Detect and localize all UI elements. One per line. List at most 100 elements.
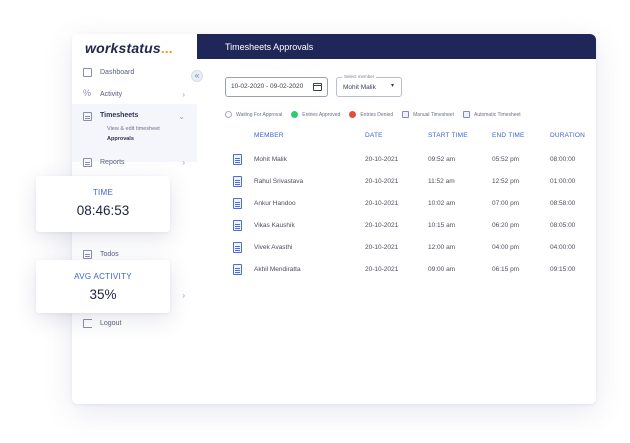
cell-date: 20-10-2021	[365, 222, 399, 229]
sidebar-subitem-approvals[interactable]: Approvals	[107, 136, 134, 142]
cell-duration: 08:05:00	[550, 222, 576, 229]
grid-icon	[83, 67, 92, 77]
column-header-end-time[interactable]: END TIME	[492, 132, 525, 139]
sidebar-item-reports[interactable]: Reports ›	[72, 150, 197, 174]
calendar-icon[interactable]	[313, 83, 322, 91]
collapse-sidebar-button[interactable]: «	[191, 70, 203, 82]
activity-icon	[83, 88, 92, 99]
file-icon[interactable]	[233, 154, 242, 165]
table-row[interactable]: Vikas Kaushik 20-10-2021 10:15 am 06:20 …	[225, 215, 596, 237]
cell-date: 20-10-2021	[365, 266, 399, 273]
cell-date: 20-10-2021	[365, 178, 399, 185]
todo-icon	[83, 249, 92, 259]
x-circle-icon	[349, 111, 357, 118]
column-header-start-time[interactable]: START TIME	[428, 132, 468, 139]
sidebar-item-label: Logout	[100, 319, 122, 327]
timesheet-icon	[83, 112, 92, 121]
logo-text: workstatus	[85, 40, 161, 56]
activity-card-label: AVG ACTIVITY	[74, 272, 132, 281]
file-icon[interactable]	[233, 176, 242, 187]
cell-end-time: 04:00 pm	[492, 244, 520, 251]
column-header-duration[interactable]: DURATION	[550, 132, 585, 139]
cell-duration: 09:15:00	[550, 266, 576, 273]
chevron-right-icon: ›	[182, 89, 185, 99]
page-title: Timesheets Approvals	[225, 42, 314, 52]
cell-member: Akhil Mendiratta	[254, 266, 301, 273]
cell-start-time: 11:52 am	[428, 178, 455, 185]
cell-duration: 04:00:00	[550, 244, 576, 251]
file-icon[interactable]	[233, 198, 242, 209]
sidebar-item-label: Todos	[100, 250, 119, 258]
column-header-member[interactable]: MEMBER	[254, 132, 284, 139]
cell-end-time: 06:15 pm	[492, 266, 520, 273]
table-row[interactable]: Mohit Malik 20-10-2021 09:52 am 05:52 pm…	[225, 149, 596, 171]
manual-timesheet-icon	[402, 111, 410, 118]
chevron-right-icon: ›	[182, 157, 185, 167]
clock-icon	[225, 111, 232, 118]
cell-member: Rahul Srivastava	[254, 178, 304, 185]
check-circle-icon	[291, 111, 299, 118]
cell-end-time: 05:52 pm	[492, 156, 520, 163]
cell-date: 20-10-2021	[365, 156, 399, 163]
automatic-timesheet-icon	[462, 111, 470, 118]
status-legend: Waiting For Approval Entries Approved En…	[225, 111, 530, 118]
cell-date: 20-10-2021	[365, 200, 399, 207]
cell-start-time: 12:00 am	[428, 244, 456, 251]
legend-label: Entries Approved	[302, 111, 341, 118]
table-row[interactable]: Vivek Avasthi 20-10-2021 12:00 am 04:00 …	[225, 237, 596, 259]
cell-end-time: 06:20 pm	[492, 222, 520, 229]
top-bar: Timesheets Approvals	[197, 34, 596, 59]
legend-item-denied: Entries Denied	[349, 111, 393, 118]
caret-down-icon: ▾	[390, 83, 394, 89]
activity-card: AVG ACTIVITY 35%	[36, 260, 170, 313]
chevron-right-icon: ›	[182, 290, 185, 300]
cell-duration: 08:00:00	[550, 156, 576, 163]
cell-member: Mohit Malik	[254, 156, 287, 163]
table-row[interactable]: Ankur Handoo 20-10-2021 10:02 am 07:00 p…	[225, 193, 596, 215]
member-select[interactable]: Select member Mohit Malik ▾	[336, 74, 402, 97]
time-card: TIME 08:46:53	[36, 176, 170, 232]
activity-card-value: 35%	[89, 287, 117, 302]
sidebar-item-logout[interactable]: Logout	[72, 311, 197, 335]
legend-label: Entries Denied	[360, 111, 394, 118]
sidebar-item-label: Reports	[100, 158, 125, 166]
legend-item-automatic: Automatic Timesheet	[462, 111, 521, 118]
date-range-picker[interactable]: 10-02-2020 - 09-02-2020	[225, 77, 328, 97]
date-range-value: 10-02-2020 - 09-02-2020	[231, 83, 304, 90]
legend-item-manual: Manual Timesheet	[402, 111, 454, 118]
legend-label: Automatic Timesheet	[473, 111, 521, 118]
time-card-value: 08:46:53	[76, 203, 130, 218]
column-header-date[interactable]: DATE	[365, 132, 383, 139]
cell-duration: 08:58:00	[550, 200, 576, 207]
sidebar-item-dashboard[interactable]: Dashboard	[72, 60, 197, 84]
main-content: Timesheets Approvals 10-02-2020 - 09-02-…	[197, 34, 596, 404]
sidebar-item-activity[interactable]: Activity ›	[72, 82, 197, 106]
cell-start-time: 09:00 am	[428, 266, 456, 273]
file-icon[interactable]	[233, 264, 242, 275]
cell-date: 20-10-2021	[365, 244, 399, 251]
cell-member: Vikas Kaushik	[254, 222, 295, 229]
logo[interactable]: workstatus...	[85, 40, 173, 56]
table-row[interactable]: Rahul Srivastava 20-10-2021 11:52 am 12:…	[225, 171, 596, 193]
table-header: MEMBER DATE START TIME END TIME DURATION	[225, 129, 596, 145]
member-select-value: Mohit Malik	[343, 84, 376, 91]
cell-duration: 01:00:00	[550, 178, 576, 185]
table-row[interactable]: Akhil Mendiratta 20-10-2021 09:00 am 06:…	[225, 259, 596, 281]
sidebar-item-label: Dashboard	[100, 68, 135, 76]
legend-label: Manual Timesheet	[413, 111, 454, 118]
legend-label: Waiting For Approval	[236, 111, 283, 118]
report-icon	[83, 157, 92, 167]
time-card-label: TIME	[92, 188, 114, 197]
cell-member: Ankur Handoo	[254, 200, 296, 207]
cell-start-time: 10:15 am	[428, 222, 456, 229]
sidebar-subitem-view-edit[interactable]: View & edit timesheet	[107, 126, 160, 132]
cell-start-time: 09:52 am	[428, 156, 456, 163]
legend-item-approved: Entries Approved	[291, 111, 340, 118]
legend-item-waiting: Waiting For Approval	[225, 111, 282, 118]
logo-dots: ...	[160, 40, 173, 56]
sidebar-item-label: Activity	[100, 90, 123, 98]
member-select-label: Select member	[342, 74, 377, 79]
file-icon[interactable]	[233, 220, 242, 231]
cell-end-time: 07:00 pm	[492, 200, 520, 207]
file-icon[interactable]	[233, 242, 242, 253]
